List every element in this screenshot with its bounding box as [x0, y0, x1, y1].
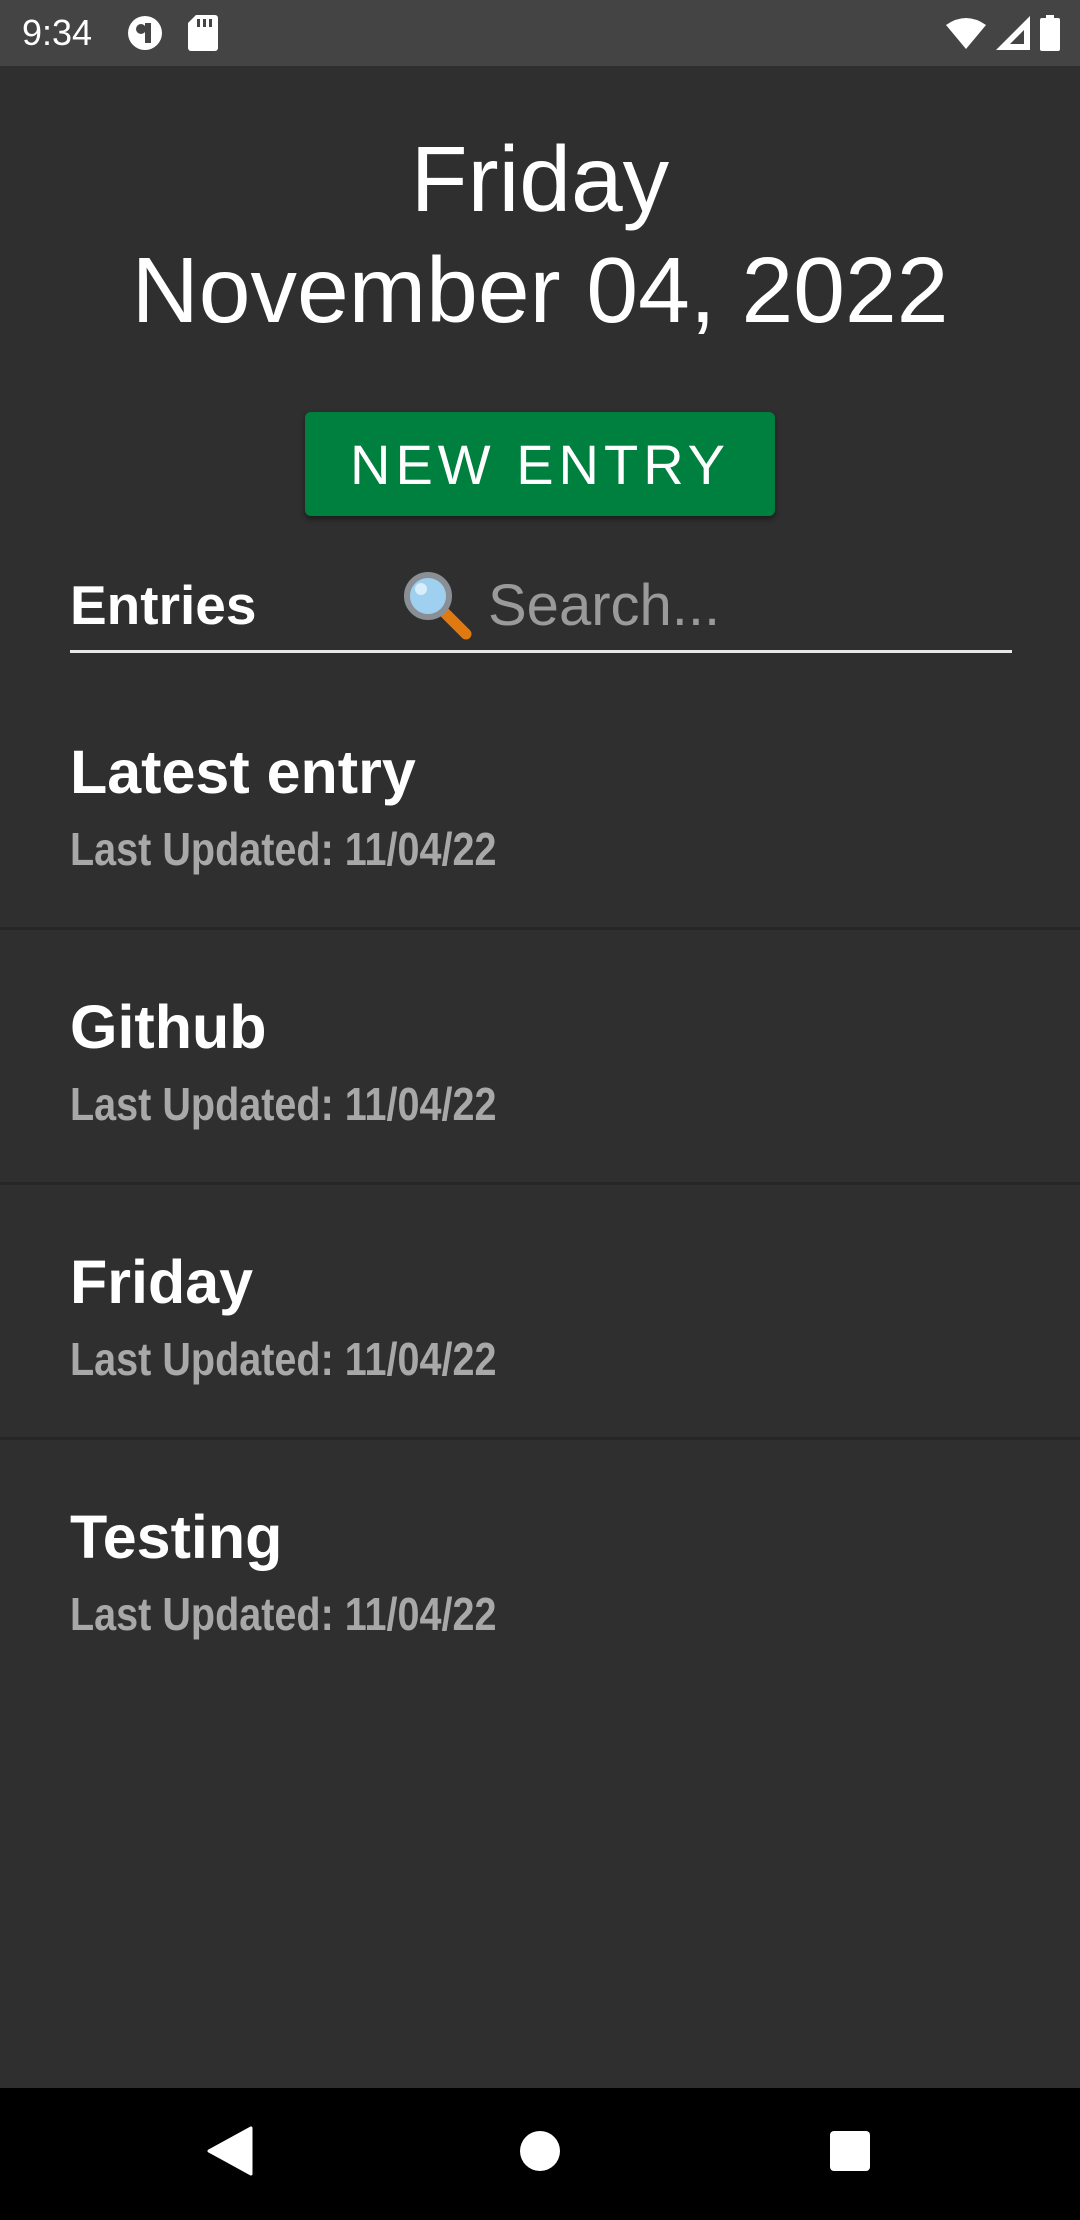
entry-last-updated: Last Updated: 11/04/22 — [70, 823, 497, 875]
list-item[interactable]: Github Last Updated: 11/04/22 — [0, 930, 1080, 1185]
app-screen: 9:34 Friday November 04, 2022 NEW ENTRY … — [0, 0, 1080, 2220]
entry-title: Friday — [70, 1248, 254, 1316]
back-button[interactable] — [195, 2118, 265, 2188]
new-entry-button[interactable]: NEW ENTRY — [305, 412, 775, 516]
signal-icon — [996, 16, 1030, 50]
back-icon — [207, 2126, 253, 2181]
list-item[interactable]: Latest entry Last Updated: 11/04/22 — [0, 675, 1080, 930]
recents-button[interactable] — [815, 2118, 885, 2188]
list-item[interactable]: Testing Last Updated: 11/04/22 — [0, 1440, 1080, 1692]
list-item[interactable]: Friday Last Updated: 11/04/22 — [0, 1185, 1080, 1440]
entries-label: Entries — [70, 574, 257, 636]
vpn-key-icon — [126, 14, 164, 52]
entry-last-updated: Last Updated: 11/04/22 — [70, 1078, 497, 1130]
sd-card-icon — [188, 15, 218, 51]
entry-title: Testing — [70, 1503, 283, 1571]
status-left-icons — [126, 13, 242, 53]
battery-icon — [1040, 15, 1060, 51]
entry-last-updated: Last Updated: 11/04/22 — [70, 1333, 497, 1385]
status-bar: 9:34 — [0, 0, 1080, 66]
entry-last-updated: Last Updated: 11/04/22 — [70, 1588, 497, 1640]
search-icon — [402, 568, 474, 642]
status-right-icons — [936, 12, 1060, 54]
entry-title: Github — [70, 993, 267, 1061]
entry-title: Latest entry — [70, 738, 416, 806]
entries-header: Entries — [70, 560, 1080, 653]
search-input[interactable] — [474, 568, 1080, 642]
day-of-week: Friday — [410, 127, 670, 231]
recents-icon — [829, 2130, 871, 2177]
search-bar — [402, 568, 1080, 642]
status-time: 9:34 — [22, 12, 93, 53]
entry-list: Latest entry Last Updated: 11/04/22 Gith… — [0, 675, 1080, 1692]
full-date: November 04, 2022 — [131, 238, 949, 342]
navigation-bar — [0, 2088, 1080, 2220]
date-header: Friday November 04, 2022 — [0, 126, 1080, 348]
wifi-icon — [946, 17, 986, 49]
home-button[interactable] — [505, 2118, 575, 2188]
home-icon — [518, 2129, 562, 2178]
